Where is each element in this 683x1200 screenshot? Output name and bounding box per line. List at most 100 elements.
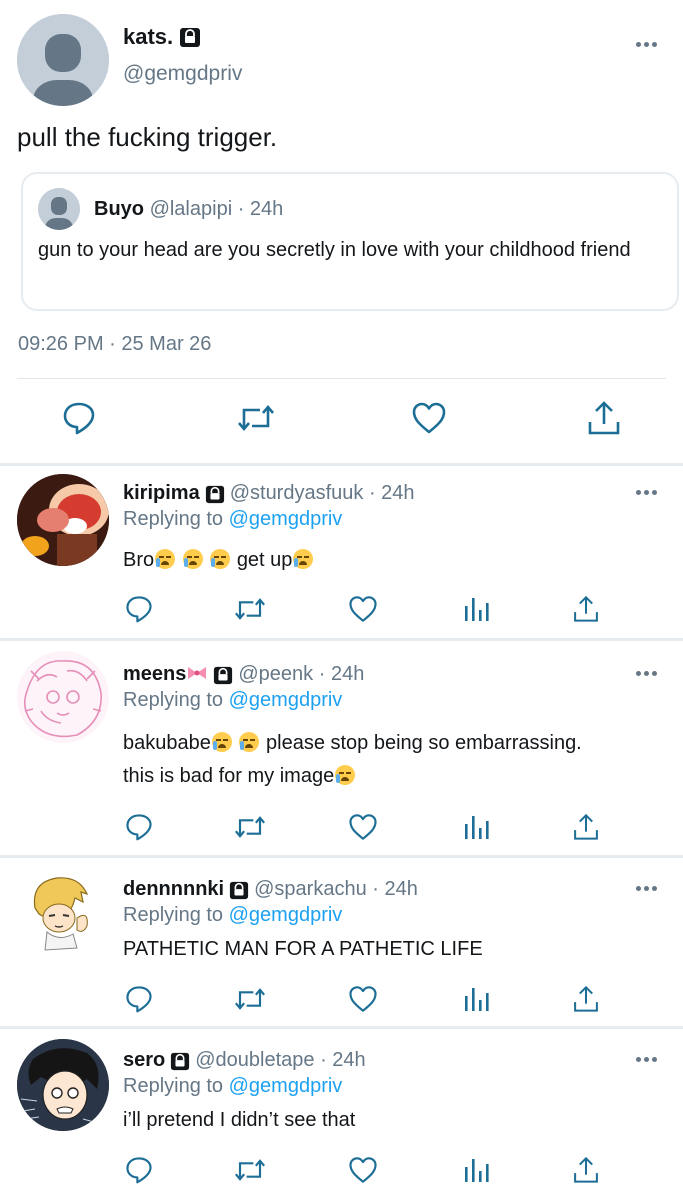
replying-to: Replying to @gemgdpriv — [123, 508, 342, 531]
reply-tweet[interactable]: meens @peenk · 24h Replying to @gemgdpri… — [0, 641, 683, 855]
share-icon[interactable] — [572, 1155, 600, 1185]
analytics-icon[interactable] — [462, 594, 490, 624]
reply-icon[interactable] — [125, 1155, 153, 1185]
more-icon[interactable] — [636, 1055, 660, 1063]
reply-tweet[interactable]: dennnnnki @sparkachu · 24h Replying to @… — [0, 858, 683, 1026]
reply-header: kiripima @sturdyasfuuk · 24h — [123, 482, 415, 505]
loudly-crying-face-emoji — [211, 732, 232, 752]
reply-text-part: please stop being so embarrassing. — [266, 732, 582, 754]
handle-time[interactable]: @sparkachu · 24h — [254, 878, 418, 901]
analytics-icon[interactable] — [462, 1155, 490, 1185]
loudly-crying-face-emoji — [210, 549, 231, 569]
quote-handle-time: @lalapipi · 24h — [149, 198, 284, 220]
display-name[interactable]: kats. — [123, 24, 201, 50]
avatar[interactable] — [17, 14, 109, 106]
handle-time[interactable]: @sturdyasfuuk · 24h — [230, 482, 415, 505]
retweet-icon[interactable] — [236, 400, 276, 436]
replying-prefix: Replying to — [123, 508, 224, 530]
timestamp[interactable]: 09:26 PM · 25 Mar 26 — [18, 333, 211, 356]
more-icon[interactable] — [636, 40, 660, 48]
reply-actions — [123, 984, 603, 1016]
loudly-crying-face-emoji — [335, 765, 356, 785]
display-name-text[interactable]: meens — [123, 663, 186, 685]
loudly-crying-face-emoji — [293, 549, 314, 569]
mention-link[interactable]: @gemgdpriv — [229, 689, 343, 711]
more-icon[interactable] — [636, 488, 660, 496]
reply-actions — [123, 594, 603, 626]
reply-text: bakubabe please stop being so embarrassi… — [123, 727, 663, 793]
reply-icon[interactable] — [62, 400, 96, 436]
avatar[interactable] — [17, 651, 109, 743]
ribbon-emoji — [188, 667, 207, 679]
loudly-crying-face-emoji — [155, 549, 176, 569]
avatar[interactable] — [17, 868, 109, 960]
tweet-actions — [0, 400, 683, 446]
reply-tweet[interactable]: kiripima @sturdyasfuuk · 24h Replying to… — [0, 466, 683, 638]
lock-icon — [180, 28, 201, 47]
reply-actions — [123, 812, 603, 844]
lock-icon — [230, 881, 249, 899]
replying-to: Replying to @gemgdpriv — [123, 1075, 342, 1098]
share-icon[interactable] — [586, 400, 622, 436]
lock-icon — [171, 1052, 190, 1070]
retweet-icon[interactable] — [233, 984, 267, 1014]
handle[interactable]: @gemgdpriv — [123, 62, 242, 86]
reply-actions — [123, 1155, 603, 1187]
replying-prefix: Replying to — [123, 689, 224, 711]
lock-icon — [205, 485, 224, 503]
reply-icon[interactable] — [125, 594, 153, 624]
like-icon[interactable] — [348, 812, 378, 842]
reply-text-part: get up — [236, 549, 293, 571]
reply-text-part: this is bad for my image — [123, 765, 335, 787]
reply-icon[interactable] — [125, 984, 153, 1014]
reply-header: meens @peenk · 24h — [123, 663, 364, 686]
mention-link[interactable]: @gemgdpriv — [229, 904, 343, 926]
display-name[interactable]: sero — [123, 1049, 165, 1072]
mention-link[interactable]: @gemgdpriv — [229, 1075, 343, 1097]
more-icon[interactable] — [636, 669, 660, 677]
reply-text-part: bakubabe — [123, 732, 211, 754]
like-icon[interactable] — [348, 594, 378, 624]
lock-icon — [214, 666, 233, 684]
reply-text: i’ll pretend I didn’t see that — [123, 1109, 356, 1131]
like-icon[interactable] — [348, 1155, 378, 1185]
loudly-crying-face-emoji — [182, 549, 203, 569]
replying-to: Replying to @gemgdpriv — [123, 689, 342, 712]
like-icon[interactable] — [411, 400, 447, 436]
quote-text: gun to your head are you secretly in lov… — [38, 239, 631, 261]
more-icon[interactable] — [636, 884, 660, 892]
reply-text: Bro get up — [123, 544, 663, 577]
avatar[interactable] — [17, 474, 109, 566]
replying-to: Replying to @gemgdpriv — [123, 904, 342, 927]
reply-header: sero @doubletape · 24h — [123, 1049, 366, 1072]
quoted-tweet[interactable]: Buyo @lalapipi · 24h gun to your head ar… — [21, 172, 679, 311]
share-icon[interactable] — [572, 984, 600, 1014]
divider — [17, 378, 666, 379]
retweet-icon[interactable] — [233, 594, 267, 624]
display-name[interactable]: meens — [123, 663, 208, 686]
tweet-text: pull the fucking trigger. — [17, 122, 278, 152]
retweet-icon[interactable] — [233, 1155, 267, 1185]
quote-header: Buyo @lalapipi · 24h — [94, 198, 283, 221]
handle-time[interactable]: @doubletape · 24h — [195, 1049, 365, 1072]
mention-link[interactable]: @gemgdpriv — [229, 508, 343, 530]
handle-time[interactable]: @peenk · 24h — [238, 663, 364, 686]
display-name[interactable]: dennnnnki — [123, 878, 224, 901]
analytics-icon[interactable] — [462, 812, 490, 842]
replying-prefix: Replying to — [123, 1075, 224, 1097]
reply-tweet[interactable]: sero @doubletape · 24h Replying to @gemg… — [0, 1029, 683, 1200]
display-name-text[interactable]: kats. — [123, 24, 173, 50]
reply-text: PATHETIC MAN FOR A PATHETIC LIFE — [123, 938, 483, 960]
share-icon[interactable] — [572, 812, 600, 842]
avatar[interactable] — [17, 1039, 109, 1131]
replying-prefix: Replying to — [123, 904, 224, 926]
reply-icon[interactable] — [125, 812, 153, 842]
quote-avatar — [38, 188, 80, 230]
like-icon[interactable] — [348, 984, 378, 1014]
retweet-icon[interactable] — [233, 812, 267, 842]
display-name[interactable]: kiripima — [123, 482, 200, 505]
loudly-crying-face-emoji — [239, 732, 260, 752]
quote-display-name: Buyo — [94, 198, 144, 220]
analytics-icon[interactable] — [462, 984, 490, 1014]
share-icon[interactable] — [572, 594, 600, 624]
